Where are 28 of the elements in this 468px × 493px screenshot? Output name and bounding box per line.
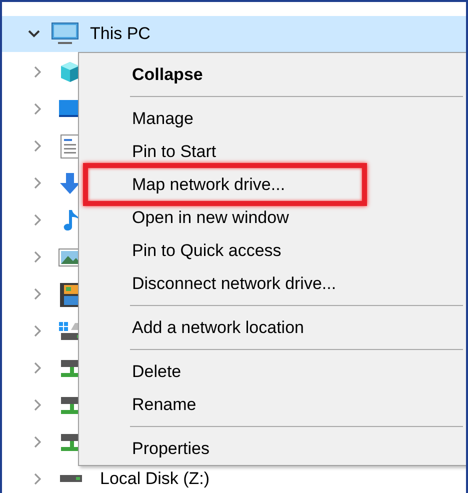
menu-item[interactable]: Disconnect network drive... xyxy=(79,267,466,300)
chevron-right-icon[interactable] xyxy=(34,66,42,78)
tree-item-label[interactable]: Local Disk (Z:) xyxy=(100,468,210,488)
menu-item[interactable]: Pin to Quick access xyxy=(79,234,466,267)
chevron-right-icon[interactable] xyxy=(34,214,42,226)
menu-item[interactable]: Collapse xyxy=(79,58,466,91)
computer-icon xyxy=(50,21,80,47)
menu-item[interactable]: Add a network location xyxy=(79,311,466,344)
tree-item-label: This PC xyxy=(90,24,150,44)
chevron-down-icon[interactable] xyxy=(28,30,40,38)
chevron-right-icon[interactable] xyxy=(34,250,42,262)
menu-item[interactable]: Properties xyxy=(79,432,466,465)
chevron-right-icon[interactable] xyxy=(34,362,42,374)
chevron-right-icon[interactable] xyxy=(34,288,42,300)
menu-item[interactable]: Pin to Start xyxy=(79,135,466,168)
chevron-right-icon[interactable] xyxy=(34,398,42,410)
menu-item[interactable]: Rename xyxy=(79,388,466,421)
menu-item[interactable]: Delete xyxy=(79,355,466,388)
chevron-right-icon[interactable] xyxy=(34,176,42,188)
tree-item[interactable]: This PC xyxy=(2,16,466,52)
menu-item[interactable]: Open in new window xyxy=(79,201,466,234)
chevron-right-icon[interactable] xyxy=(34,102,42,114)
chevron-right-icon[interactable] xyxy=(34,140,42,152)
chevron-right-icon[interactable] xyxy=(34,324,42,336)
chevron-right-icon[interactable] xyxy=(34,472,42,484)
menu-item[interactable]: Map network drive... xyxy=(88,168,362,201)
menu-item[interactable]: Manage xyxy=(79,102,466,135)
chevron-right-icon[interactable] xyxy=(34,436,42,448)
